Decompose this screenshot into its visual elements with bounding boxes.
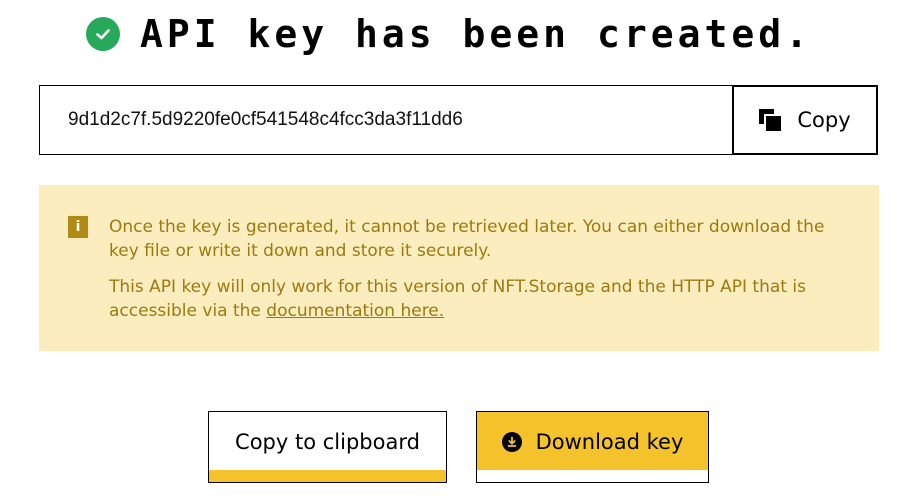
copy-icon [759,109,782,131]
notice-text-retrieval: Once the key is generated, it cannot be … [109,217,825,261]
notice-version-text: This API key will only work for this ver… [109,277,806,321]
api-key-created-page: API key has been created. 9d1d2c7f.5d922… [0,0,898,502]
info-notice: i Once the key is generated, it cannot b… [39,185,879,351]
notice-text-version: This API key will only work for this ver… [109,275,849,323]
page-header: API key has been created. [0,10,898,58]
documentation-link[interactable]: documentation here. [266,301,444,321]
download-circle-icon [501,432,522,452]
api-key-field: 9d1d2c7f.5d9220fe0cf541548c4fcc3da3f11dd… [39,85,878,155]
download-key-label: Download key [535,430,684,454]
api-key-value[interactable]: 9d1d2c7f.5d9220fe0cf541548c4fcc3da3f11dd… [40,86,732,154]
page-title: API key has been created. [140,12,812,56]
copy-to-clipboard-button[interactable]: Copy to clipboard [208,411,447,483]
download-key-button[interactable]: Download key [476,411,709,483]
copy-button[interactable]: Copy [732,85,878,155]
check-circle-icon [86,17,121,51]
copy-button-label: Copy [797,108,851,132]
copy-to-clipboard-label: Copy to clipboard [235,430,420,454]
info-icon: i [68,216,88,238]
